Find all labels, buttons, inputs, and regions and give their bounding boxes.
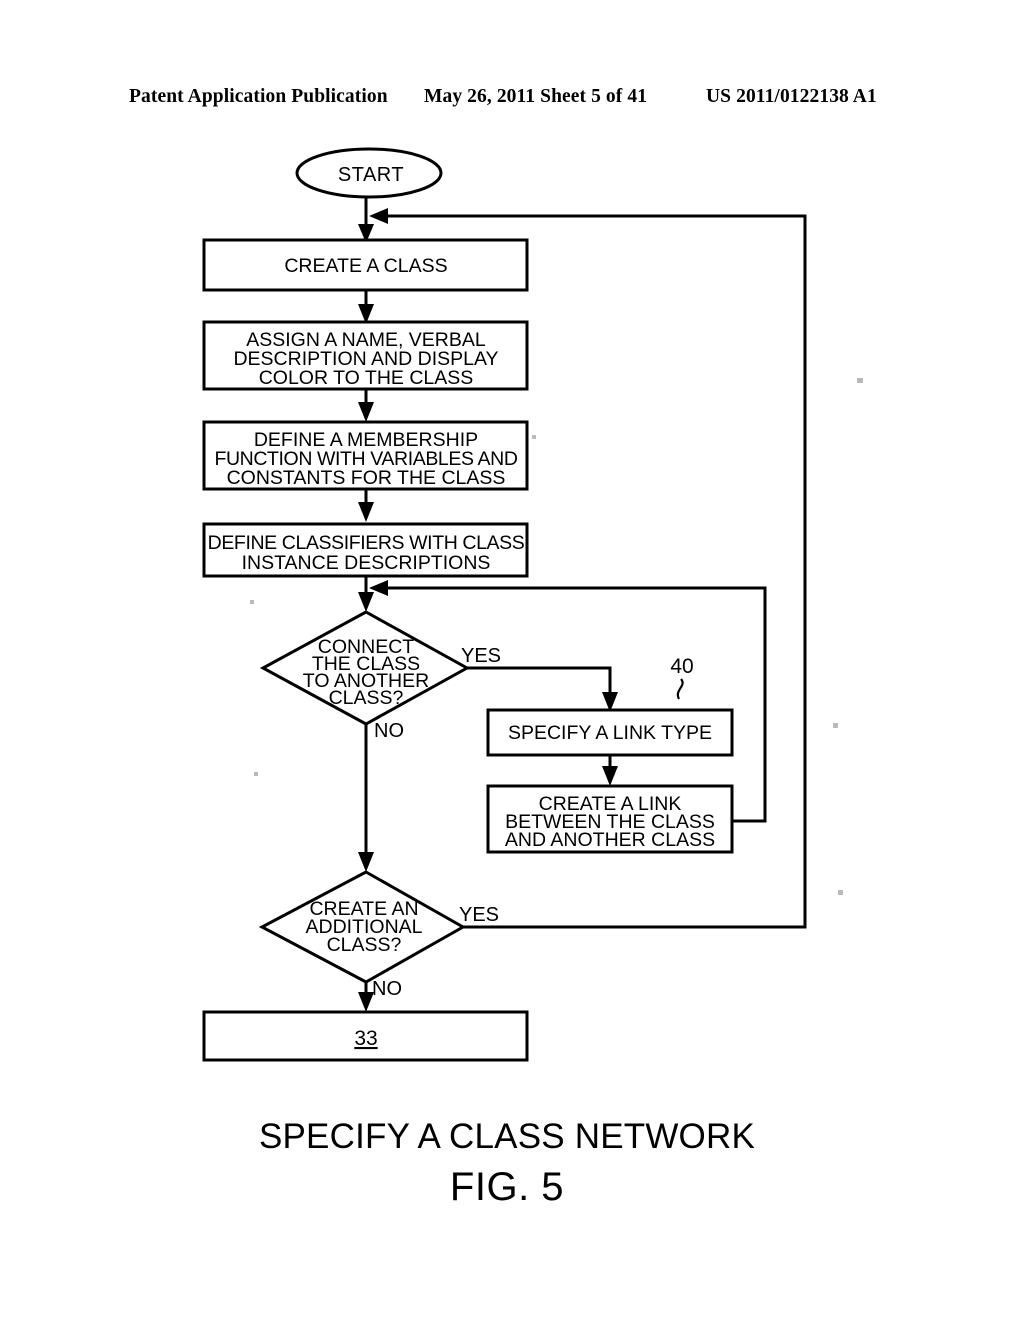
process-specify-link-type-line-1: SPECIFY A LINK TYPE xyxy=(508,722,712,744)
connector-connect-decision-no xyxy=(358,724,374,872)
process-create-a-class-line-1: CREATE A CLASS xyxy=(284,255,447,277)
terminator-start: START xyxy=(295,147,443,199)
process-define-classifiers-line-1: DEFINE CLASSIFIERS WITH CLASS xyxy=(208,532,525,554)
process-create-a-link-line-3: AND ANOTHER CLASS xyxy=(505,829,715,851)
connector-assign-name-to-membership xyxy=(358,389,374,422)
decision-connect-class-no-label: NO xyxy=(374,720,404,742)
decision-connect-class-yes-label: YES xyxy=(461,645,501,667)
scan-speck xyxy=(254,772,258,776)
flowchart-figure: START CREATE A CLASS ASSIGN A NAME, VERB… xyxy=(202,147,863,1209)
patent-page: Patent Application Publication May 26, 2… xyxy=(0,0,1024,1320)
process-create-a-link: CREATE A LINK BETWEEN THE CLASS AND ANOT… xyxy=(486,784,734,854)
scan-speck xyxy=(857,378,863,383)
decision-create-additional-class: CREATE AN ADDITIONAL CLASS? YES NO xyxy=(258,870,499,1000)
process-define-classifiers-line-2: INSTANCE DESCRIPTIONS xyxy=(242,552,491,574)
connector-start-to-create-class xyxy=(358,196,374,243)
process-assign-name: ASSIGN A NAME, VERBAL DESCRIPTION AND DI… xyxy=(202,320,529,391)
scan-speck xyxy=(532,435,536,439)
process-next-step-33-label: 33 xyxy=(354,1027,377,1050)
process-create-a-class: CREATE A CLASS xyxy=(202,238,529,292)
connector-link-type-to-create-link xyxy=(602,755,618,786)
scan-speck xyxy=(838,890,843,895)
decision-additional-class-no-label: NO xyxy=(372,978,402,1000)
connector-classifiers-to-connect-decision xyxy=(358,576,374,612)
process-define-membership-function: DEFINE A MEMBERSHIP FUNCTION WITH VARIAB… xyxy=(202,420,529,491)
process-define-membership-line-3: CONSTANTS FOR THE CLASS xyxy=(227,467,506,489)
decision-connect-class: CONNECT THE CLASS TO ANOTHER CLASS? YES … xyxy=(259,610,501,742)
terminator-start-label: START xyxy=(338,164,404,186)
scan-speck xyxy=(250,600,254,604)
connector-create-class-to-assign-name xyxy=(358,290,374,324)
decision-additional-class-line-3: CLASS? xyxy=(327,934,402,956)
process-next-step-33: 33 xyxy=(202,1010,529,1062)
reference-numeral-40: 40 xyxy=(670,655,693,678)
connector-connect-decision-yes xyxy=(467,666,618,712)
process-define-classifiers: DEFINE CLASSIFIERS WITH CLASS INSTANCE D… xyxy=(202,522,529,578)
figure-label: FIG. 5 xyxy=(450,1165,564,1209)
process-specify-link-type: SPECIFY A LINK TYPE xyxy=(486,708,734,757)
connector-membership-to-classifiers xyxy=(358,489,374,522)
scan-speck xyxy=(833,723,838,728)
reference-leader-40 xyxy=(676,678,684,700)
process-assign-name-line-3: COLOR TO THE CLASS xyxy=(259,367,474,389)
decision-connect-class-line-4: CLASS? xyxy=(329,687,404,709)
decision-additional-class-yes-label: YES xyxy=(459,904,499,926)
figure-caption: SPECIFY A CLASS NETWORK xyxy=(259,1117,755,1156)
